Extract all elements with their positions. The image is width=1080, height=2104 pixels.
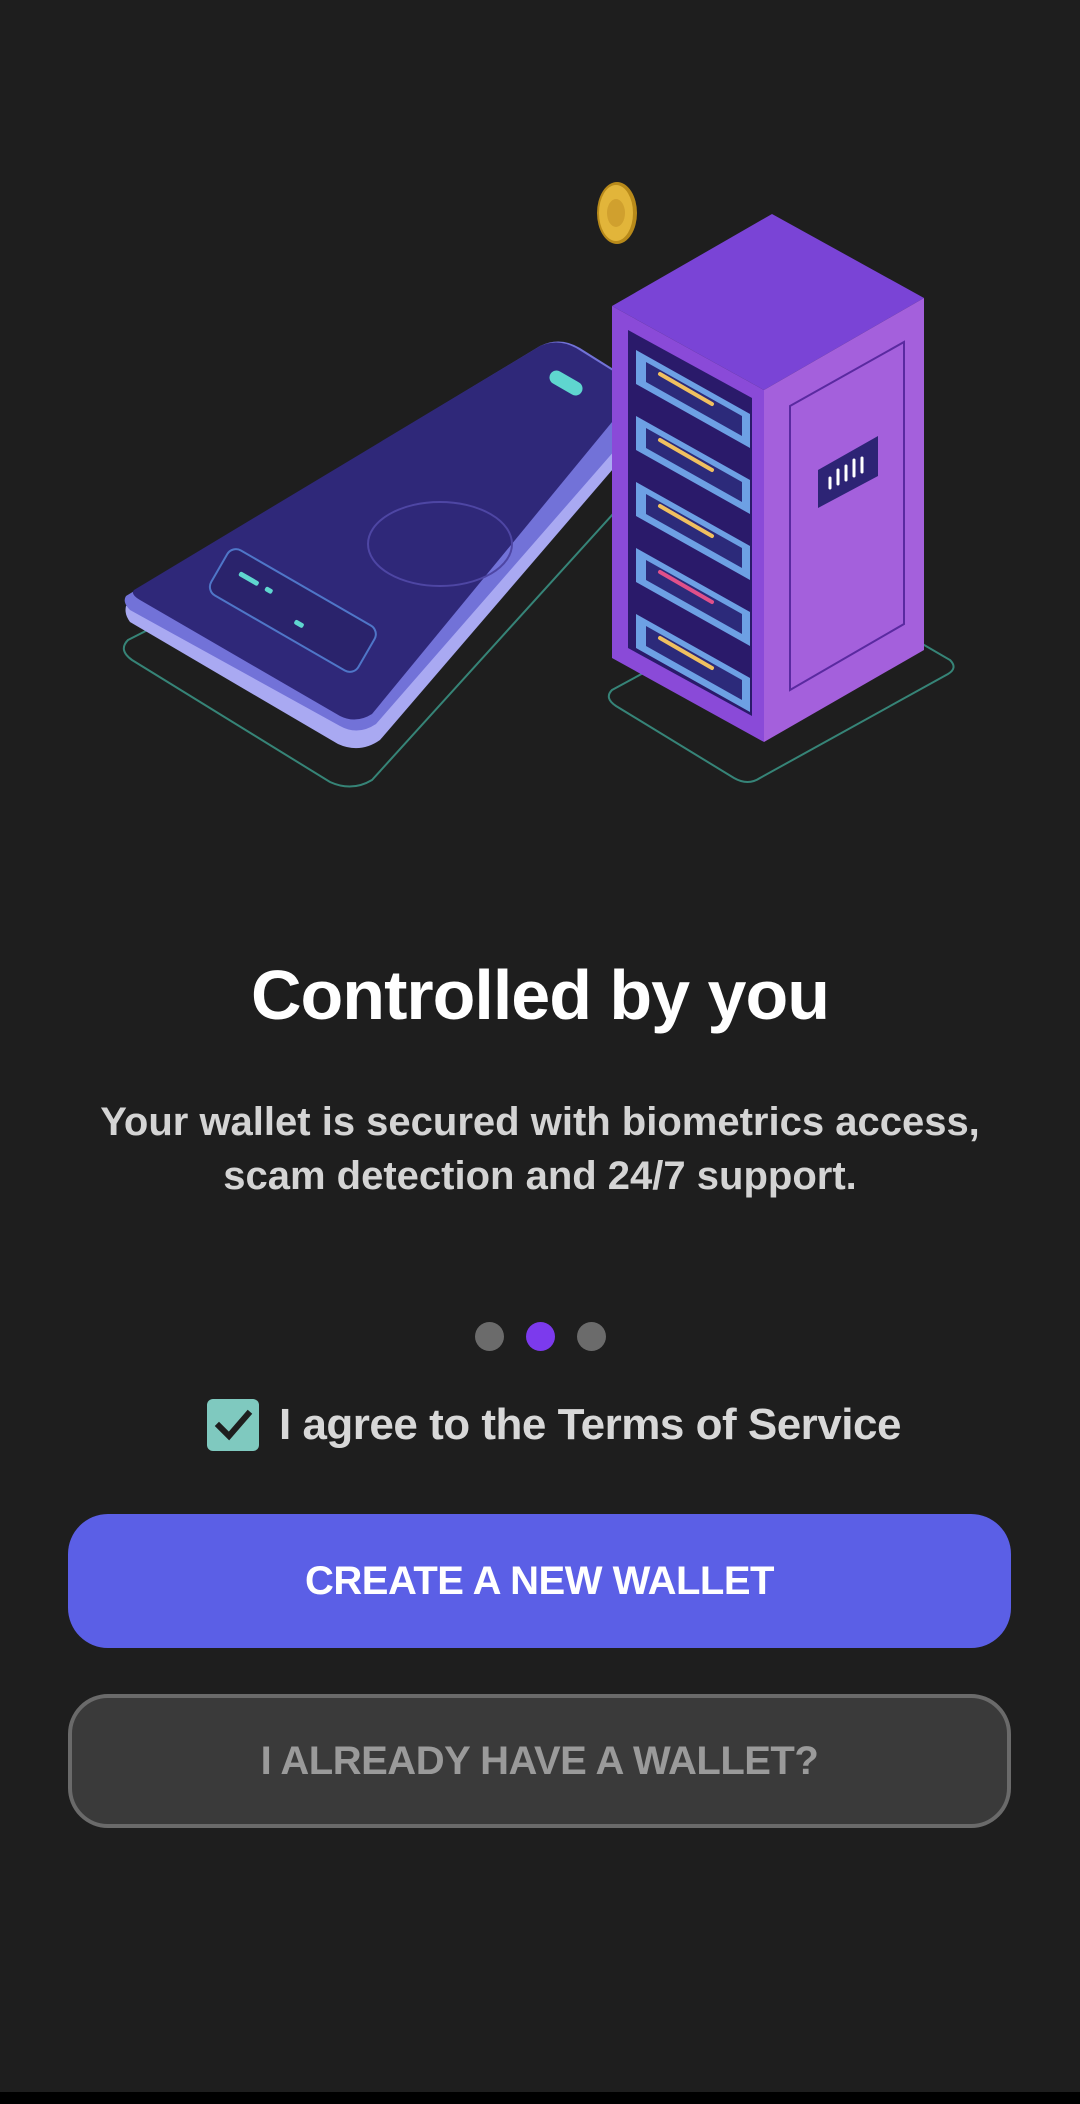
system-navigation-bar [0, 2092, 1080, 2104]
terms-checkbox[interactable] [207, 1399, 259, 1451]
subtitle-line-2: scam detection and 24/7 support. [223, 1154, 857, 1198]
server-rack-icon [612, 214, 924, 742]
phone-icon [124, 341, 650, 749]
existing-wallet-button[interactable]: I ALREADY HAVE A WALLET? [68, 1694, 1011, 1828]
page-title: Controlled by you [251, 956, 830, 1034]
page-subtitle: Your wallet is secured with biometrics a… [90, 1095, 990, 1203]
page-dot-3[interactable] [576, 1322, 606, 1351]
wallet-security-illustration [122, 182, 955, 788]
terms-agreement-row[interactable]: I agree to the Terms of Service [207, 1398, 901, 1452]
onboarding-screen: Controlled by you Your wallet is secured… [0, 0, 1080, 2092]
coin-icon [597, 182, 637, 244]
checkmark-icon [214, 1409, 253, 1441]
page-dot-1[interactable] [474, 1322, 504, 1351]
terms-label[interactable]: I agree to the Terms of Service [279, 1400, 901, 1450]
subtitle-line-1: Your wallet is secured with biometrics a… [100, 1100, 980, 1144]
create-wallet-button[interactable]: CREATE A NEW WALLET [68, 1514, 1011, 1648]
page-dot-2-active[interactable] [525, 1322, 555, 1351]
page-indicator [0, 1322, 1080, 1351]
